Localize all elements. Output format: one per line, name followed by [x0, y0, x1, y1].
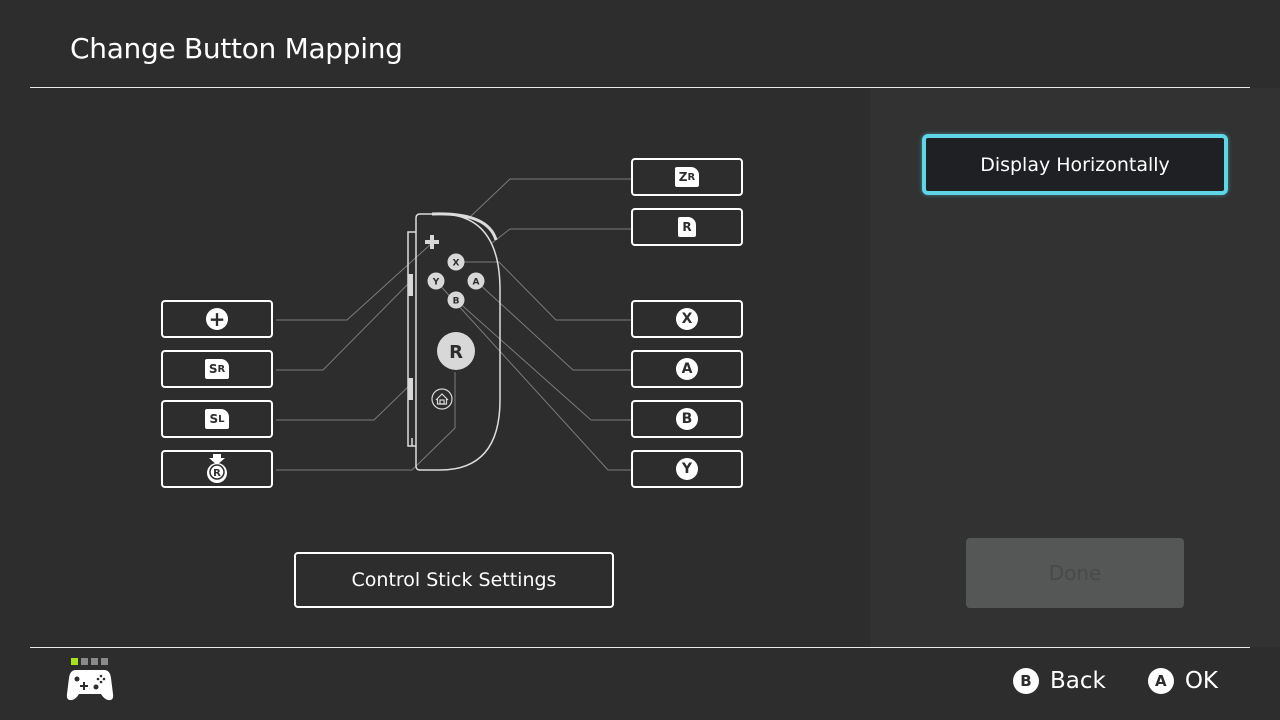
right-stick-press-icon: R: [207, 454, 227, 483]
zr-button-icon: ZR: [674, 167, 700, 187]
mapping-zr-button[interactable]: ZR: [631, 158, 743, 196]
back-action[interactable]: B Back: [1012, 668, 1106, 694]
r-button-icon: R: [678, 217, 696, 237]
connector-zr: [469, 178, 632, 218]
a-button-icon: A: [1147, 668, 1174, 694]
mapping-r-button[interactable]: R: [631, 208, 743, 246]
sr-rail-button: [408, 274, 413, 296]
a-button-icon: A: [676, 358, 698, 380]
b-button-icon: B: [1012, 668, 1039, 694]
plus-icon: +: [206, 308, 228, 330]
display-horizontally-button[interactable]: Display Horizontally: [922, 134, 1228, 195]
player-dot-3: [91, 658, 98, 665]
mapping-sr-button[interactable]: SR: [161, 350, 273, 388]
connector-b: [455, 299, 632, 421]
connector-r: [491, 228, 632, 244]
sl-rail-button: [408, 378, 413, 400]
sl-button-icon: SL: [205, 409, 229, 429]
footer-divider: [30, 647, 1250, 648]
done-button: Done: [966, 538, 1184, 608]
connector-y: [435, 280, 632, 471]
mapping-plus-button[interactable]: +: [161, 300, 273, 338]
mapping-b-button[interactable]: B: [631, 400, 743, 438]
button-mapping-diagram: X Y A B R + SR SL R ZR R X A B Y: [0, 0, 860, 647]
mapping-y-button[interactable]: Y: [631, 450, 743, 488]
controller-status: [66, 658, 114, 701]
player-indicator: [71, 658, 108, 665]
connector-sl: [276, 384, 411, 421]
mapping-stick-press-button[interactable]: R: [161, 450, 273, 488]
joycon-x-label: X: [453, 259, 460, 269]
b-button-icon: B: [676, 408, 698, 430]
joycon-stick-label: R: [449, 342, 463, 363]
footer-actions: B Back A OK: [1012, 668, 1218, 694]
svg-text:R: R: [213, 468, 221, 479]
ok-action[interactable]: A OK: [1147, 668, 1218, 694]
connector-rstick: [276, 372, 456, 471]
y-button-icon: Y: [676, 458, 698, 480]
control-stick-settings-button[interactable]: Control Stick Settings: [294, 552, 614, 608]
x-button-icon: X: [676, 308, 698, 330]
joycon-y-label: Y: [432, 278, 440, 288]
mapping-sl-button[interactable]: SL: [161, 400, 273, 438]
controller-icon: [66, 670, 114, 701]
player-dot-4: [101, 658, 108, 665]
sr-button-icon: SR: [204, 359, 230, 379]
connector-x: [456, 261, 632, 321]
joycon-a-label: A: [473, 278, 480, 288]
ok-label: OK: [1184, 668, 1218, 694]
connector-sr: [276, 281, 411, 371]
back-label: Back: [1049, 668, 1106, 694]
mapping-a-button[interactable]: A: [631, 350, 743, 388]
mapping-x-button[interactable]: X: [631, 300, 743, 338]
player-dot-1: [71, 658, 78, 665]
player-dot-2: [81, 658, 88, 665]
joycon-home-icon: [431, 388, 453, 410]
joycon-b-label: B: [453, 297, 460, 307]
